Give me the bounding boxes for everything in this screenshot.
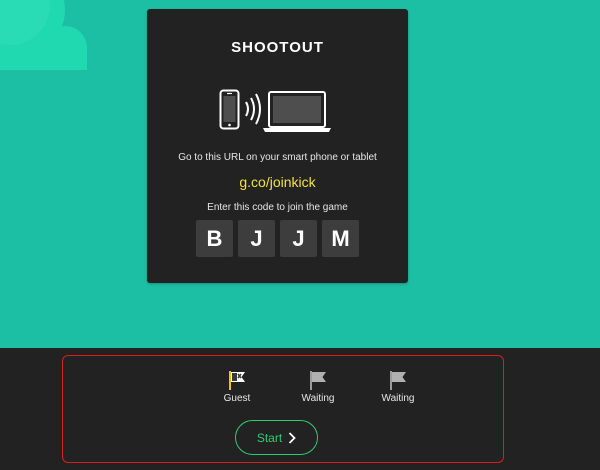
code-letter: M [322,220,359,257]
start-button[interactable]: Start [235,420,318,455]
cloud-decoration [0,0,87,70]
join-code: B J J M [196,220,359,257]
player-label: Guest [223,393,251,404]
lobby-bar: Guest Waiting Waiting Start [0,348,600,470]
code-letter: B [196,220,233,257]
game-title: SHOOTOUT [231,39,324,56]
phone-to-laptop-icon [219,89,331,132]
player-label: Waiting [301,393,335,404]
waiting-flag-icon [310,371,326,390]
guest-flag-icon [229,371,245,390]
join-card: SHOOTOUT Go to this URL on your smart ph… [147,9,408,283]
code-instruction: Enter this code to join the game [207,202,348,213]
player-slot-waiting: Waiting [278,369,358,404]
player-slot-guest: Guest [197,369,277,404]
player-label: Waiting [381,393,415,404]
start-button-label: Start [256,430,283,445]
join-url-link[interactable]: g.co/joinkick [147,174,408,190]
url-instruction: Go to this URL on your smart phone or ta… [178,152,377,163]
players-panel: Guest Waiting Waiting Start [62,355,504,463]
code-letter: J [238,220,275,257]
waiting-flag-icon [390,371,406,390]
chevron-right-icon [289,431,296,444]
code-letter: J [280,220,317,257]
player-slot-waiting: Waiting [358,369,438,404]
